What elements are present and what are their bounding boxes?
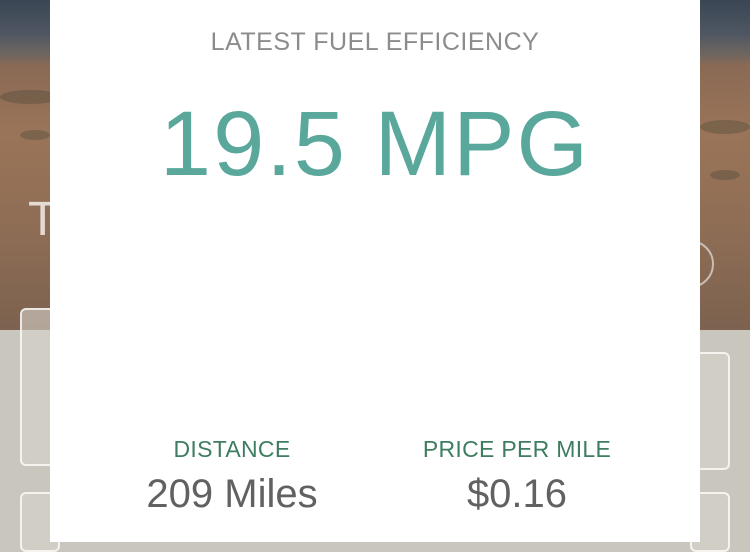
modal-heading: LATEST FUEL EFFICIENCY (210, 28, 540, 56)
price-per-mile-stat: PRICE PER MILE $0.16 (387, 436, 647, 516)
distance-label: DISTANCE (173, 436, 291, 462)
distance-stat: DISTANCE 209 Miles (102, 436, 362, 516)
price-per-mile-value: $0.16 (466, 471, 568, 516)
fuel-efficiency-value: 19.5 MPG (159, 93, 591, 195)
price-per-mile-label: PRICE PER MILE (422, 436, 612, 462)
distance-value: 209 Miles (146, 471, 318, 516)
fuel-efficiency-modal: LATEST FUEL EFFICIENCY 19.5 MPG DISTANCE… (50, 0, 700, 542)
